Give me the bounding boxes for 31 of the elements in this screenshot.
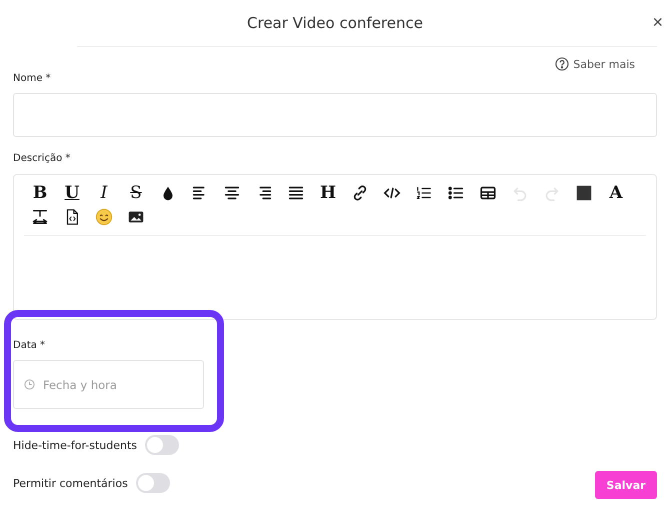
- toggle-switch[interactable]: [145, 435, 180, 455]
- smiley-icon: [95, 208, 113, 226]
- help-link[interactable]: Saber mais: [555, 55, 635, 73]
- table-icon: [479, 184, 497, 202]
- bullet-list-icon: [447, 184, 465, 202]
- link-icon: [351, 184, 369, 202]
- italic-button[interactable]: I: [88, 181, 120, 205]
- align-center-icon: [223, 184, 241, 202]
- justify-icon: [287, 184, 305, 202]
- field-label: Nome *: [13, 73, 52, 86]
- heading-button[interactable]: H: [312, 181, 344, 205]
- input-field[interactable]: [13, 93, 657, 137]
- numbered-list-icon: [415, 184, 433, 202]
- toggle-label: Hide-time-for-students: [13, 438, 138, 452]
- help-text[interactable]: Saber mais: [573, 58, 635, 70]
- dialog-title: Crear Video conference: [247, 14, 423, 32]
- help-icon: [555, 57, 570, 71]
- bold-button[interactable]: B: [24, 181, 56, 205]
- toggle-switch[interactable]: [136, 473, 170, 493]
- placeholder-text: Fecha y hora: [43, 378, 117, 392]
- underline-button[interactable]: U: [56, 181, 88, 205]
- text-editor[interactable]: B U I S H A: [13, 174, 657, 320]
- field-label: Descrição *: [13, 153, 72, 166]
- toggle-label: Permitir comentários: [13, 476, 128, 490]
- strikethrough-button[interactable]: S: [120, 181, 152, 205]
- field-label: Data *: [13, 340, 46, 353]
- color-square-icon: [575, 184, 593, 202]
- close-button[interactable]: ×: [650, 12, 665, 33]
- clock-icon: [24, 379, 35, 390]
- font-button[interactable]: A: [600, 181, 632, 205]
- line-height-icon: [31, 208, 49, 226]
